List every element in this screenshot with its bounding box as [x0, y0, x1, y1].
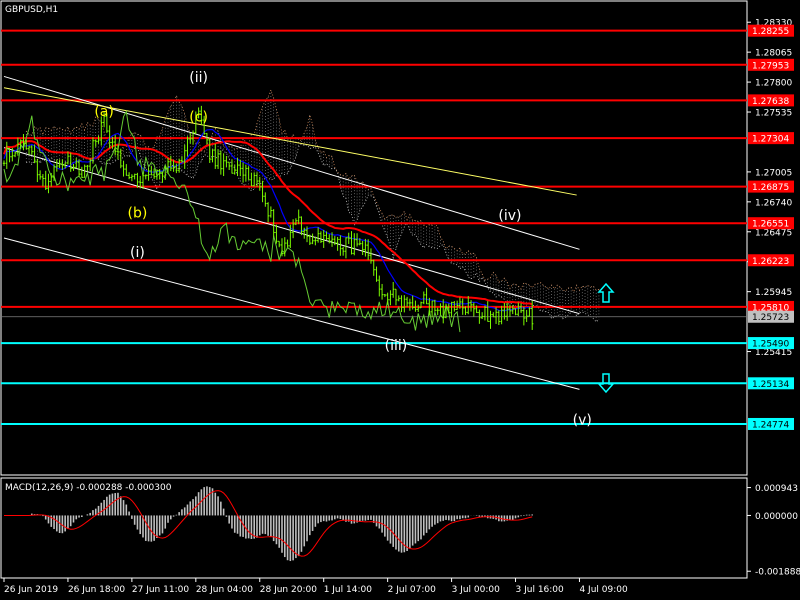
macd-axis: 0.000943 0.000000 -0.001888	[747, 484, 800, 578]
time-tick-label: 28 Jun 20:00	[260, 585, 317, 595]
price-tick-label: 1.27800	[755, 79, 792, 89]
channel-middle-line	[3, 147, 580, 315]
wave-label: (iv)	[498, 208, 521, 224]
price-tick-label: 1.26740	[755, 198, 792, 208]
cloud-upper-edge	[25, 88, 599, 293]
wave-label: (i)	[130, 245, 145, 261]
macd-panel-frame	[0, 477, 748, 579]
time-tick-label: 3 Jul 00:00	[452, 585, 501, 595]
ichimoku-cloud	[25, 88, 600, 323]
wave-label: (c)	[189, 110, 208, 126]
level-tag-text: 1.26875	[752, 183, 789, 193]
price-tick-label: 1.28065	[755, 49, 792, 59]
price-tick-label: 1.27535	[755, 109, 792, 119]
macd-tick-label: 0.000000	[755, 512, 798, 522]
time-tick-label: 27 Jun 11:00	[132, 585, 189, 595]
level-tag-text: 1.24774	[752, 420, 789, 430]
macd-indicator	[4, 486, 534, 562]
level-tag-text: 1.27638	[752, 97, 789, 107]
macd-label: MACD(12,26,9) -0.000288 -0.000300	[5, 483, 172, 493]
price-chart[interactable]: (ii)(a) (c)(b)(i)(iv)(iii)(v) 1.283301.28…	[0, 0, 800, 600]
time-tick-label: 4 Jul 09:00	[579, 585, 628, 595]
time-tick-label: 28 Jun 04:00	[196, 585, 253, 595]
price-tick-label: 1.25945	[755, 288, 792, 298]
level-tag-text: 1.26551	[752, 220, 789, 230]
macd-tick-label: 0.000943	[755, 484, 798, 494]
current-price-tag-text: 1.25723	[752, 313, 789, 323]
wave-label: (ii)	[189, 70, 208, 86]
wave-label: (iii)	[385, 338, 408, 354]
time-tick-label: 26 Jun 18:00	[68, 585, 125, 595]
price-tick-label: 1.27005	[755, 168, 792, 178]
level-tag-text: 1.27304	[752, 135, 789, 145]
macd-tick-label: -0.001888	[755, 568, 800, 578]
level-tag-text: 1.26223	[752, 257, 789, 267]
main-panel-frame	[0, 0, 748, 476]
wave-label: (v)	[573, 412, 592, 428]
time-axis: 26 Jun 2019 26 Jun 18:00 27 Jun 11:00 28 Ju…	[3, 578, 628, 595]
time-tick-label: 3 Jul 16:00	[516, 585, 565, 595]
yellow-trend-line	[3, 87, 577, 196]
price-tick-label: 1.26475	[755, 228, 792, 238]
level-tag-text: 1.28255	[752, 27, 789, 37]
up-arrow-icon	[597, 282, 615, 303]
level-tag-text: 1.27953	[752, 61, 789, 71]
time-tick-label: 26 Jun 2019	[4, 585, 58, 595]
wave-label: (b)	[128, 206, 148, 222]
horizontal-levels[interactable]	[1, 29, 747, 425]
wave-label: (a)	[94, 104, 114, 120]
level-tag-text: 1.25134	[752, 380, 789, 390]
time-tick-label: 2 Jul 07:00	[388, 585, 437, 595]
chart-title: GBPUSD,H1	[5, 5, 58, 15]
cloud-lower-edge	[26, 143, 600, 323]
level-tag-text: 1.25490	[752, 340, 789, 350]
time-tick-label: 1 Jul 14:00	[324, 585, 373, 595]
